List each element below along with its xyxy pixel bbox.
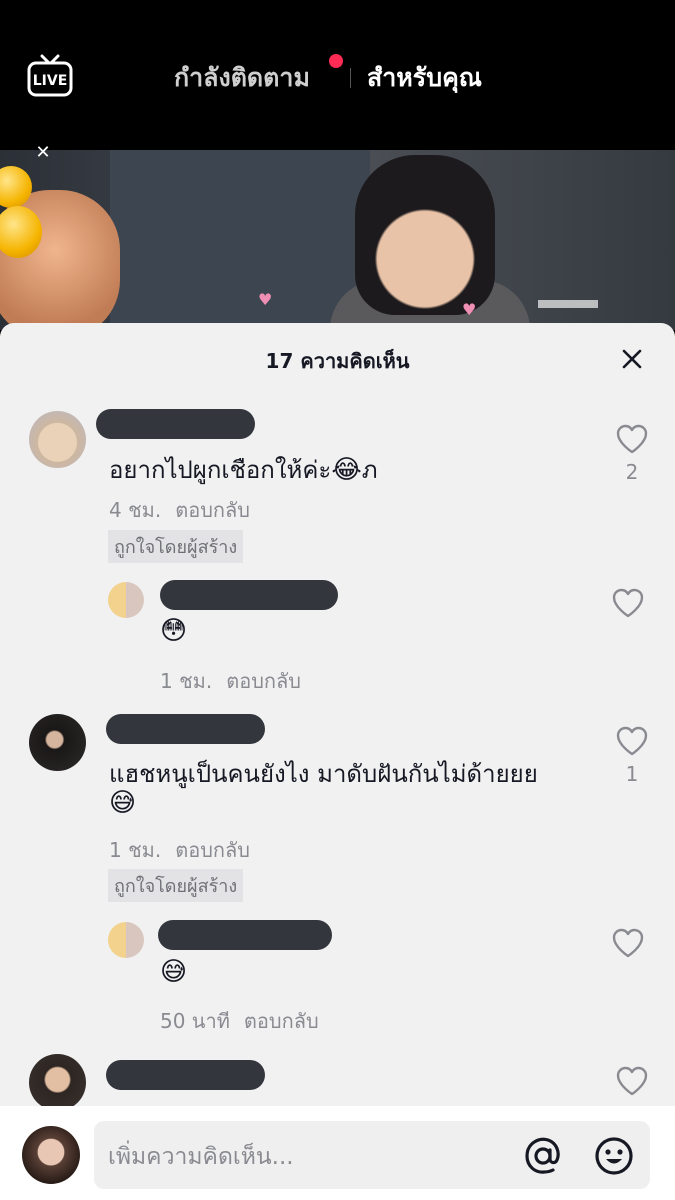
comment-time: 50 นาที — [160, 1009, 230, 1033]
heart-icon[interactable] — [615, 423, 649, 455]
close-icon[interactable] — [618, 345, 646, 373]
emoji: 😂 — [331, 455, 362, 485]
reply-button[interactable]: ตอบกลับ — [175, 838, 250, 862]
video-person-right — [355, 155, 495, 315]
emoji-icon[interactable] — [593, 1135, 635, 1177]
comment-input[interactable]: เพิ่มความคิดเห็น... — [94, 1121, 650, 1189]
avatar[interactable] — [108, 922, 144, 958]
comment-text: 😳 — [160, 616, 187, 646]
emoji: 😅 — [160, 957, 188, 987]
comment-text: 😅 — [160, 957, 187, 987]
comment-time: 1 ชม. — [109, 838, 162, 862]
liked-by-creator-badge: ถูกใจโดยผู้สร้าง — [108, 530, 244, 563]
tab-following[interactable]: กำลังติดตาม — [174, 58, 310, 98]
avatar[interactable] — [29, 1054, 86, 1108]
heart-sticker-icon: ♥ — [258, 290, 273, 309]
comment-input-bar: เพิ่มความคิดเห็น... — [0, 1106, 675, 1200]
tab-for-you[interactable]: สำหรับคุณ — [367, 58, 482, 98]
heart-icon[interactable] — [615, 1065, 649, 1097]
avatar[interactable] — [29, 714, 86, 771]
comment-text: แฮชหนูเป็นคนยังไง มาดับฝันกันไม่ด้ายยย — [109, 754, 538, 793]
comment-text-line2: 😅 — [109, 788, 136, 818]
like-count: 1 — [625, 762, 639, 786]
emoji: 😅 — [109, 788, 137, 818]
comment-meta: 1 ชม. ตอบกลับ — [109, 834, 250, 866]
reply-button[interactable]: ตอบกลับ — [244, 1009, 319, 1033]
tab-divider — [350, 68, 351, 88]
like-count: 2 — [625, 460, 639, 484]
comment-time: 1 ชม. — [160, 669, 213, 693]
username-redacted[interactable] — [106, 1060, 265, 1090]
comment-text-body: อยากไปผูกเชือกให้ค่ะ — [109, 456, 332, 484]
liked-by-creator-badge: ถูกใจโดยผู้สร้าง — [108, 869, 244, 902]
comment-text: อยากไปผูกเชือกให้ค่ะ😂ภ — [109, 450, 378, 489]
video-watermark — [538, 300, 598, 308]
feed-tabs: กำลังติดตาม สำหรับคุณ — [0, 54, 675, 98]
reply-button[interactable]: ตอบกลับ — [175, 498, 250, 522]
comment-text-tail: ภ — [361, 456, 378, 484]
username-redacted[interactable] — [106, 714, 265, 744]
avatar[interactable] — [29, 411, 86, 468]
emoji: 😳 — [160, 616, 188, 646]
reply-button[interactable]: ตอบกลับ — [226, 669, 301, 693]
heart-icon[interactable] — [611, 587, 645, 619]
notification-dot — [329, 54, 343, 68]
heart-icon[interactable] — [615, 725, 649, 757]
comment-meta: 4 ชม. ตอบกลับ — [109, 494, 250, 526]
current-user-avatar[interactable] — [22, 1126, 80, 1184]
at-mention-icon[interactable] — [522, 1135, 564, 1177]
comment-list[interactable]: อยากไปผูกเชือกให้ค่ะ😂ภ 4 ชม. ตอบกลับ ถูกใ… — [0, 323, 675, 1108]
comments-sheet: อยากไปผูกเชือกให้ค่ะ😂ภ 4 ชม. ตอบกลับ ถูกใ… — [0, 323, 675, 1200]
heart-sticker-icon: ♥ — [462, 300, 477, 319]
username-redacted[interactable] — [158, 920, 332, 950]
video-preview[interactable]: ♥ ♥ — [0, 150, 675, 330]
promo-close-icon[interactable]: ✕ — [32, 142, 54, 164]
comment-time: 4 ชม. — [109, 498, 162, 522]
video-background — [110, 150, 370, 330]
comments-count-title: 17 ความคิดเห็น — [265, 349, 410, 373]
comment-input-placeholder[interactable]: เพิ่มความคิดเห็น... — [108, 1139, 294, 1175]
avatar[interactable] — [108, 582, 144, 618]
username-redacted[interactable] — [160, 580, 338, 610]
comment-meta: 1 ชม. ตอบกลับ — [160, 665, 301, 697]
top-bar: LIVE กำลังติดตาม สำหรับคุณ — [0, 0, 675, 150]
heart-icon[interactable] — [611, 927, 645, 959]
username-redacted[interactable] — [96, 409, 255, 439]
comment-text-body: แฮชหนูเป็นคนยังไง มาดับฝันกันไม่ด้ายยย — [109, 760, 538, 788]
comment-meta: 50 นาที ตอบกลับ — [160, 1005, 319, 1037]
